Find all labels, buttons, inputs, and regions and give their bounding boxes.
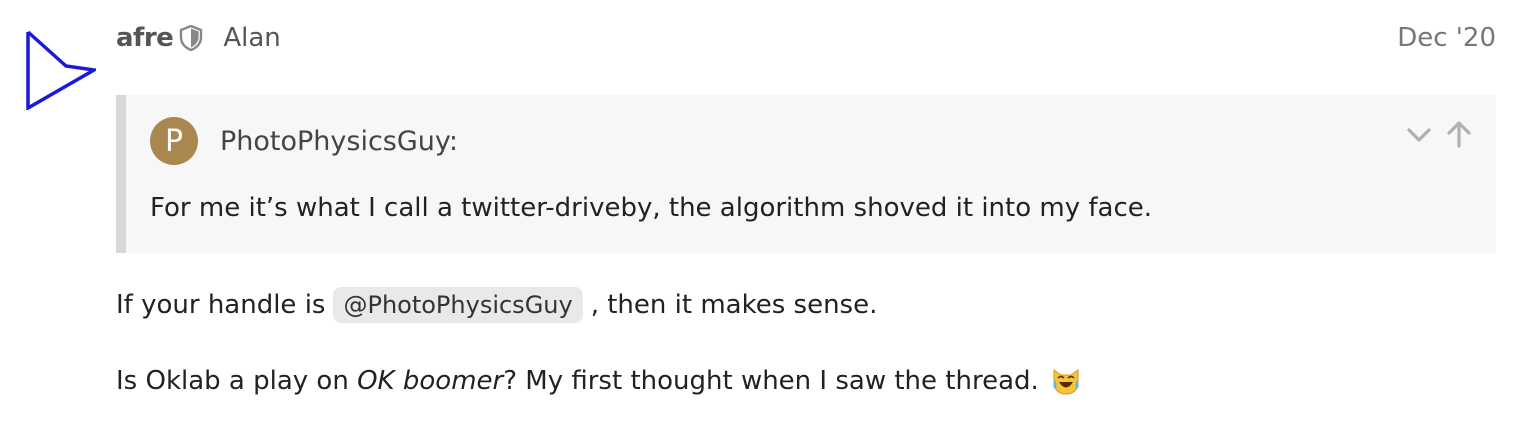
post-date[interactable]: Dec '20 <box>1397 18 1496 58</box>
paragraph-text: If your handle is <box>116 290 326 320</box>
italic-text: OK boomer <box>357 366 504 396</box>
chevron-down-icon[interactable] <box>1404 119 1434 149</box>
joy-cat-emoji-icon <box>1053 369 1079 395</box>
post-paragraph: Is Oklab a play on OK boomer ? My first … <box>116 358 1081 404</box>
post-paragraph: If your handle is @PhotoPhysicsGuy , the… <box>116 282 877 328</box>
triangle-play-logo-icon[interactable] <box>24 30 96 110</box>
forum-post: afre Alan Dec '20 P PhotoPhysicsGuy: For… <box>0 0 1522 448</box>
post-author: afre Alan <box>116 18 281 58</box>
paragraph-text: Is Oklab a play on <box>116 366 358 396</box>
quote-text: For me it’s what I call a twitter-driveb… <box>150 193 1153 223</box>
quote-header[interactable]: P PhotoPhysicsGuy: <box>150 117 458 165</box>
quote-username: PhotoPhysicsGuy: <box>220 125 459 157</box>
user-mention[interactable]: @PhotoPhysicsGuy <box>333 287 583 323</box>
full-name[interactable]: Alan <box>223 23 280 53</box>
arrow-up-icon[interactable] <box>1444 119 1474 149</box>
quote-controls <box>1394 119 1474 149</box>
shield-icon <box>180 25 203 51</box>
username-link[interactable]: afre <box>116 23 174 53</box>
paragraph-text: , then it makes sense. <box>590 290 878 320</box>
quote-block: P PhotoPhysicsGuy: For me it’s what I ca… <box>116 95 1496 253</box>
quote-avatar[interactable]: P <box>150 117 198 165</box>
paragraph-text: ? My first thought when I saw the thread… <box>503 366 1039 396</box>
